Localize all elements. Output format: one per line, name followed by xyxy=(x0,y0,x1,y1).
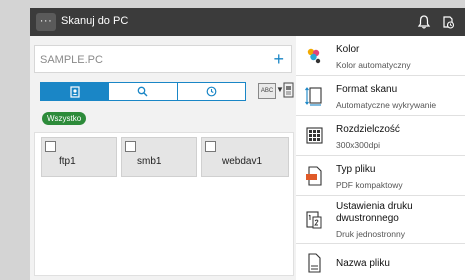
tab-history[interactable] xyxy=(178,83,245,100)
duplex-icon xyxy=(306,211,322,229)
search-icon xyxy=(138,86,148,97)
address-detail-icon[interactable] xyxy=(283,81,294,99)
address-label: smb1 xyxy=(137,156,162,167)
setting-title: Format skanu xyxy=(336,84,398,95)
destination-panel: SAMPLE.PC + ABC ▼ Wszystko ftp1 smb1 web… xyxy=(30,36,294,280)
add-destination-button[interactable]: + xyxy=(273,49,284,69)
address-checkbox[interactable] xyxy=(125,141,136,152)
setting-title: Rozdzielczość xyxy=(336,124,400,135)
address-tile[interactable]: ftp1 xyxy=(41,137,117,177)
setting-scan-size[interactable]: Format skanu Automatyczne wykrywanie xyxy=(296,76,465,116)
clock-icon xyxy=(206,86,217,97)
tab-search[interactable] xyxy=(109,83,178,100)
sort-button[interactable]: ABC xyxy=(258,83,276,99)
resolution-icon xyxy=(306,127,323,144)
setting-color[interactable]: Kolor Kolor automatyczny xyxy=(296,36,465,76)
bell-icon[interactable] xyxy=(416,14,432,30)
setting-value: PDF kompaktowy xyxy=(336,180,403,190)
setting-title: Kolor xyxy=(336,44,360,55)
setting-value: Druk jednostronny xyxy=(336,229,405,239)
setting-file-type[interactable]: Typ pliku PDF kompaktowy xyxy=(296,156,465,196)
file-type-icon xyxy=(306,166,322,186)
menu-button[interactable]: ··· xyxy=(36,13,56,31)
setting-duplex[interactable]: Ustawienia druku dwustronnego Druk jedno… xyxy=(296,196,465,244)
filter-chip-all[interactable]: Wszystko xyxy=(42,112,87,125)
tab-address-book[interactable] xyxy=(41,83,110,100)
scan-size-icon xyxy=(305,87,322,106)
top-bar: ··· Skanuj do PC xyxy=(30,8,465,36)
job-history-icon[interactable] xyxy=(440,14,456,30)
color-icon xyxy=(307,48,321,64)
address-label: webdav1 xyxy=(222,156,263,167)
scan-to-pc-screen: ··· Skanuj do PC SAMPLE.PC + ABC ▼ Wszys… xyxy=(30,8,465,280)
address-list: ftp1 smb1 webdav1 xyxy=(34,132,294,276)
setting-title: Ustawienia druku dwustronnego xyxy=(336,201,413,224)
file-name-icon xyxy=(308,253,321,273)
destination-value: SAMPLE.PC xyxy=(40,54,103,66)
setting-value: Automatyczne wykrywanie xyxy=(336,100,437,110)
screen-title: Skanuj do PC xyxy=(61,15,129,27)
setting-value: 300x300dpi xyxy=(336,140,380,150)
address-label: ftp1 xyxy=(59,156,76,167)
address-book-tabs xyxy=(40,82,246,101)
setting-value: Kolor automatyczny xyxy=(336,60,411,70)
setting-file-name[interactable]: Nazwa pliku xyxy=(296,244,465,280)
address-checkbox[interactable] xyxy=(205,141,216,152)
address-tile[interactable]: webdav1 xyxy=(201,137,289,177)
scan-settings-list: Kolor Kolor automatyczny Format skanu Au… xyxy=(296,36,465,280)
setting-title: Typ pliku xyxy=(336,164,376,175)
destination-field[interactable]: SAMPLE.PC + xyxy=(34,45,292,73)
setting-resolution[interactable]: Rozdzielczość 300x300dpi xyxy=(296,116,465,156)
setting-title: Nazwa pliku xyxy=(336,258,390,269)
address-book-icon xyxy=(70,85,80,98)
address-checkbox[interactable] xyxy=(45,141,56,152)
address-tile[interactable]: smb1 xyxy=(121,137,197,177)
